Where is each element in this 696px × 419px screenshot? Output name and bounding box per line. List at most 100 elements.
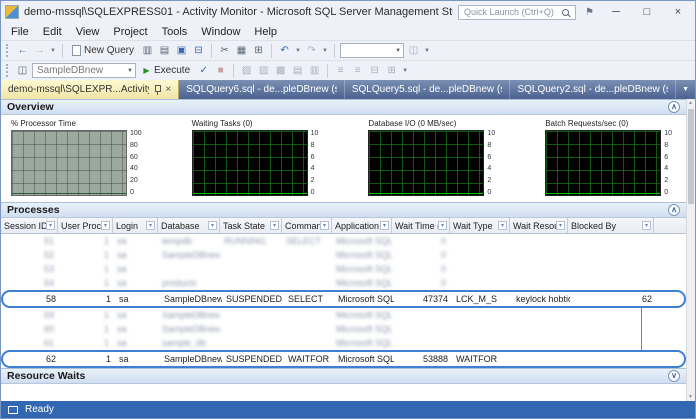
navigation-dropdown-icon[interactable]: ▼ bbox=[49, 43, 57, 59]
toolbar-separator bbox=[327, 64, 328, 78]
change-connection-icon[interactable]: ◫ bbox=[15, 63, 30, 79]
filter-dropdown-icon[interactable]: ▾ bbox=[270, 221, 279, 230]
toolbar-overflow-icon[interactable]: ▼ bbox=[401, 63, 409, 79]
menu-item-window[interactable]: Window bbox=[194, 25, 247, 39]
toolbar-grip[interactable] bbox=[6, 44, 9, 57]
toolbar-combo[interactable]: ▼ bbox=[340, 43, 404, 58]
paste-icon[interactable]: ⊞ bbox=[251, 43, 266, 59]
table-row[interactable]: 591saSampleDBnewMicrosoft SQL S... bbox=[1, 308, 686, 322]
redo-icon[interactable]: ↷ bbox=[304, 43, 319, 59]
properties-window-icon[interactable]: ◫ bbox=[406, 43, 421, 59]
comment-out-icon[interactable]: ≡ bbox=[333, 63, 348, 79]
column-header-wait-type[interactable]: Wait Type▾ bbox=[450, 218, 510, 233]
column-header-command[interactable]: Command▾ bbox=[282, 218, 332, 233]
new-database-query-icon[interactable]: ▥ bbox=[140, 43, 155, 59]
actual-plan-icon[interactable]: ▤ bbox=[290, 63, 305, 79]
document-tab[interactable]: SQLQuery5.sql - de...pleDBnew (sa (54))* bbox=[345, 80, 511, 99]
overview-section-header[interactable]: Overview ∧ bbox=[1, 99, 686, 115]
cut-icon[interactable]: ✂ bbox=[217, 43, 232, 59]
quick-launch-box[interactable]: Quick Launch (Ctrl+Q) bbox=[458, 5, 576, 20]
column-header-wait-resource[interactable]: Wait Resource▾ bbox=[510, 218, 568, 233]
column-header-user-process[interactable]: User Process▾ bbox=[58, 218, 113, 233]
parse-icon[interactable]: ✓ bbox=[196, 63, 211, 79]
filter-dropdown-icon[interactable]: ▾ bbox=[46, 221, 55, 230]
table-cell bbox=[510, 322, 568, 336]
filter-dropdown-icon[interactable]: ▾ bbox=[320, 221, 329, 230]
resource-waits-section-header[interactable]: Resource Waits ∨ bbox=[1, 368, 686, 384]
uncomment-icon[interactable]: ≡ bbox=[350, 63, 365, 79]
column-header-login[interactable]: Login▾ bbox=[113, 218, 158, 233]
filter-dropdown-icon[interactable]: ▾ bbox=[498, 221, 507, 230]
new-query-button[interactable]: New Query bbox=[68, 43, 138, 59]
results-pane-icon[interactable]: ▧ bbox=[239, 63, 254, 79]
filter-dropdown-icon[interactable]: ▾ bbox=[380, 221, 389, 230]
copy-icon[interactable]: ▦ bbox=[234, 43, 249, 59]
table-row[interactable]: 621saSampleDBnewSUSPENDEDWAITFORMicrosof… bbox=[1, 350, 686, 368]
toolbar-overflow-icon[interactable]: ▼ bbox=[423, 43, 431, 59]
live-stats-icon[interactable]: ▥ bbox=[307, 63, 322, 79]
table-row[interactable]: 521saSampleDBnewMicrosoft SQL S...0 bbox=[1, 248, 686, 262]
estimated-plan-icon[interactable]: ▩ bbox=[273, 63, 288, 79]
menu-item-help[interactable]: Help bbox=[247, 25, 284, 39]
table-row[interactable]: 581saSampleDBnewSUSPENDEDSELECTMicrosoft… bbox=[1, 290, 686, 308]
search-icon bbox=[562, 9, 569, 16]
menu-item-tools[interactable]: Tools bbox=[155, 25, 195, 39]
scrollbar-thumb[interactable] bbox=[688, 109, 694, 204]
column-header-session-id[interactable]: Session ID▾ bbox=[1, 218, 58, 233]
decrease-indent-icon[interactable]: ⊟ bbox=[367, 63, 382, 79]
column-header-application[interactable]: Application▾ bbox=[332, 218, 392, 233]
cancel-query-icon[interactable]: ■ bbox=[213, 63, 228, 79]
feedback-icon[interactable]: ⚑ bbox=[581, 7, 598, 18]
filter-dropdown-icon[interactable]: ▾ bbox=[642, 221, 651, 230]
available-databases-combo[interactable]: SampleDBnew ▼ bbox=[32, 63, 136, 78]
open-file-icon[interactable]: ▤ bbox=[157, 43, 172, 59]
minimize-button[interactable]: ─ bbox=[603, 2, 629, 22]
save-icon[interactable]: ▣ bbox=[174, 43, 189, 59]
menu-item-view[interactable]: View bbox=[69, 25, 107, 39]
column-header-blocked-by[interactable]: Blocked By▾ bbox=[568, 218, 654, 233]
processes-section-header[interactable]: Processes ∧ bbox=[1, 202, 686, 218]
close-tab-icon[interactable]: × bbox=[165, 84, 171, 95]
toolbar-grip[interactable] bbox=[6, 64, 9, 77]
processes-collapse-icon[interactable]: ∧ bbox=[668, 204, 680, 216]
redo-dropdown-icon[interactable]: ▼ bbox=[321, 43, 329, 59]
filter-dropdown-icon[interactable]: ▾ bbox=[101, 221, 110, 230]
table-cell bbox=[450, 234, 510, 248]
table-cell bbox=[510, 308, 568, 322]
close-button[interactable]: × bbox=[665, 2, 691, 22]
filter-dropdown-icon[interactable]: ▾ bbox=[146, 221, 155, 230]
overview-collapse-icon[interactable]: ∧ bbox=[668, 101, 680, 113]
table-row[interactable]: 541saproductsMicrosoft SQL S...0 bbox=[1, 276, 686, 290]
navigate-forward-icon[interactable]: → bbox=[32, 43, 47, 59]
document-tab[interactable]: SQLQuery2.sql - de...pleDBnew (sa (62))* bbox=[510, 80, 676, 99]
column-header-task-state[interactable]: Task State▾ bbox=[220, 218, 282, 233]
table-cell: sa bbox=[113, 322, 158, 336]
column-header-wait-time-[interactable]: Wait Time (...▾ bbox=[392, 218, 450, 233]
query-options-icon[interactable]: ▨ bbox=[256, 63, 271, 79]
pin-icon[interactable] bbox=[153, 84, 161, 95]
increase-indent-icon[interactable]: ⊞ bbox=[384, 63, 399, 79]
save-all-icon[interactable]: ⊟ bbox=[191, 43, 206, 59]
tab-label: SQLQuery2.sql - de...pleDBnew (sa (62))* bbox=[517, 84, 668, 95]
document-tab[interactable]: SQLQuery6.sql - de...pleDBnew (sa (58))* bbox=[179, 80, 345, 99]
navigate-back-icon[interactable]: ← bbox=[15, 43, 30, 59]
menu-item-project[interactable]: Project bbox=[106, 25, 154, 39]
resource-waits-collapse-icon[interactable]: ∨ bbox=[668, 370, 680, 382]
table-row[interactable]: 611sasample_dbMicrosoft SQL S... bbox=[1, 336, 686, 350]
menu-item-edit[interactable]: Edit bbox=[36, 25, 69, 39]
table-row[interactable]: 511satempdbRUNNINGSELECTMicrosoft SQL S.… bbox=[1, 234, 686, 248]
filter-dropdown-icon[interactable]: ▾ bbox=[208, 221, 217, 230]
vertical-scrollbar[interactable] bbox=[686, 99, 695, 401]
undo-dropdown-icon[interactable]: ▼ bbox=[294, 43, 302, 59]
table-row[interactable]: 601saSampleDBnewMicrosoft SQL S... bbox=[1, 322, 686, 336]
document-tab[interactable]: demo-mssql\SQLEXPR...Activity Monitor× bbox=[1, 80, 179, 99]
column-header-database[interactable]: Database▾ bbox=[158, 218, 220, 233]
execute-button[interactable]: ▶ Execute bbox=[138, 63, 194, 79]
filter-dropdown-icon[interactable]: ▾ bbox=[556, 221, 565, 230]
restore-button[interactable]: □ bbox=[634, 2, 660, 22]
tab-list-dropdown-icon[interactable]: ▼ bbox=[676, 86, 695, 93]
table-row[interactable]: 531saMicrosoft SQL S...0 bbox=[1, 262, 686, 276]
menu-item-file[interactable]: File bbox=[4, 25, 36, 39]
undo-icon[interactable]: ↶ bbox=[277, 43, 292, 59]
filter-dropdown-icon[interactable]: ▾ bbox=[438, 221, 447, 230]
